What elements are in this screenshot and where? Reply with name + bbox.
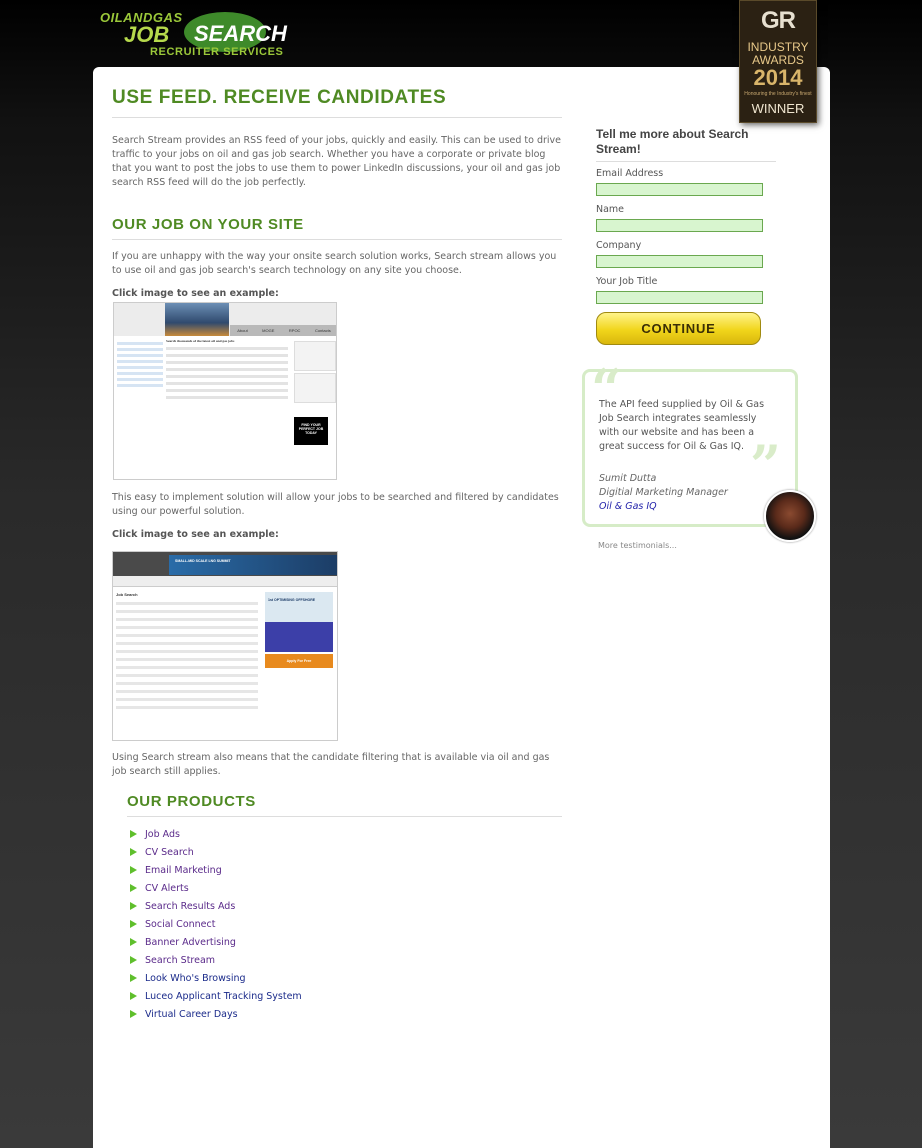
bullet-arrow-icon bbox=[130, 992, 137, 1000]
bullet-arrow-icon bbox=[130, 1010, 137, 1018]
testimonial-avatar bbox=[764, 490, 816, 542]
form-title: Tell me more about Search Stream! bbox=[596, 127, 776, 162]
bullet-arrow-icon bbox=[130, 956, 137, 964]
click-example-label-2: Click image to see an example: bbox=[112, 529, 279, 540]
section-text-job-on-site: If you are unhappy with the way your ons… bbox=[112, 251, 557, 276]
example2-ad-blue bbox=[265, 622, 333, 652]
example1-nav-item: About bbox=[237, 328, 248, 333]
product-link-virtual-career-days[interactable]: Virtual Career Days bbox=[145, 1009, 238, 1020]
product-link-banner-advertising[interactable]: Banner Advertising bbox=[145, 937, 236, 948]
product-link-search-results-ads[interactable]: Search Results Ads bbox=[145, 901, 235, 912]
example1-nav-item: RPOC bbox=[288, 328, 301, 333]
award-subtitle: Honouring the Industry's finest bbox=[744, 91, 812, 97]
name-label: Name bbox=[596, 204, 625, 215]
example2-nav bbox=[113, 576, 337, 587]
enquiry-form: Tell me more about Search Stream! Email … bbox=[596, 127, 776, 304]
list-item: Job Ads bbox=[130, 825, 302, 843]
products-title: OUR PRODUCTS bbox=[127, 793, 562, 817]
list-item: Social Connect bbox=[130, 915, 302, 933]
example1-nav: About MOGE RPOC Contacts bbox=[230, 325, 336, 336]
example2-heading: Job Search bbox=[116, 592, 138, 597]
site-logo[interactable]: OILANDGAS JOB SEARCH RECRUITER SERVICES bbox=[98, 6, 288, 62]
products-list: Job Ads CV Search Email Marketing CV Ale… bbox=[130, 825, 302, 1023]
award-winner: WINNER bbox=[751, 101, 805, 116]
testimonial-company: Oil & Gas IQ bbox=[599, 501, 657, 512]
continue-button[interactable]: CONTINUE bbox=[596, 312, 761, 345]
product-link-cv-alerts[interactable]: CV Alerts bbox=[145, 883, 189, 894]
logo-text-search: SEARCH bbox=[194, 21, 287, 46]
example1-banner-image bbox=[165, 303, 229, 336]
example2-search-area: Job Search bbox=[116, 592, 258, 714]
product-link-social-connect[interactable]: Social Connect bbox=[145, 919, 215, 930]
after-example-1-text: This easy to implement solution will all… bbox=[112, 492, 559, 517]
example2-ad-offshore: 1st OPTIMISING OFFSHORE bbox=[265, 592, 333, 622]
more-testimonials-link[interactable]: More testimonials... bbox=[598, 541, 677, 550]
list-item: Search Stream bbox=[130, 951, 302, 969]
page-title: USE FEED. RECEIVE CANDIDATES bbox=[112, 87, 562, 118]
job-title-field[interactable] bbox=[596, 291, 763, 304]
bullet-arrow-icon bbox=[130, 902, 137, 910]
example1-nav-item: MOGE bbox=[262, 328, 275, 333]
product-link-job-ads[interactable]: Job Ads bbox=[145, 829, 180, 840]
product-link-look-whos-browsing[interactable]: Look Who's Browsing bbox=[145, 973, 246, 984]
after-example-2-text: Using Search stream also means that the … bbox=[112, 752, 550, 777]
list-item: CV Search bbox=[130, 843, 302, 861]
job-title-label: Your Job Title bbox=[596, 276, 658, 287]
product-link-luceo-ats[interactable]: Luceo Applicant Tracking System bbox=[145, 991, 302, 1002]
product-link-search-stream[interactable]: Search Stream bbox=[145, 955, 215, 966]
example1-sidebar bbox=[117, 339, 163, 479]
example2-banner: SMALL-MID SCALE LNG SUMMIT bbox=[169, 555, 337, 575]
example1-heading: Search thousands of the latest oil and g… bbox=[166, 339, 235, 343]
section-title-job-on-site: OUR JOB ON YOUR SITE bbox=[112, 216, 562, 240]
content-panel: USE FEED. RECEIVE CANDIDATES Search Stre… bbox=[93, 67, 830, 1148]
intro-text: Search Stream provides an RSS feed of yo… bbox=[112, 135, 562, 188]
example1-ad-text: FIND YOUR PERFECT JOB TODAY bbox=[294, 417, 328, 445]
product-link-email-marketing[interactable]: Email Marketing bbox=[145, 865, 222, 876]
list-item: Luceo Applicant Tracking System bbox=[130, 987, 302, 1005]
testimonial-text: The API feed supplied by Oil & Gas Job S… bbox=[599, 399, 765, 452]
bullet-arrow-icon bbox=[130, 866, 137, 874]
testimonial-role: Digitial Marketing Manager bbox=[599, 487, 728, 498]
list-item: Banner Advertising bbox=[130, 933, 302, 951]
product-link-cv-search[interactable]: CV Search bbox=[145, 847, 194, 858]
logo-text-recruiter-services: RECRUITER SERVICES bbox=[150, 46, 284, 58]
company-field[interactable] bbox=[596, 255, 763, 268]
list-item: CV Alerts bbox=[130, 879, 302, 897]
list-item: Search Results Ads bbox=[130, 897, 302, 915]
example1-search-area: Search thousands of the latest oil and g… bbox=[166, 339, 288, 479]
name-field[interactable] bbox=[596, 219, 763, 232]
industry-award-badge: GR INDUSTRY AWARDS 2014 Honouring the In… bbox=[739, 0, 817, 123]
list-item: Email Marketing bbox=[130, 861, 302, 879]
logo-text-job: JOB bbox=[124, 22, 170, 47]
example-image-1[interactable]: About MOGE RPOC Contacts Search thousand… bbox=[113, 302, 337, 480]
example2-ad-apply: Apply For Free bbox=[265, 654, 333, 668]
bullet-arrow-icon bbox=[130, 920, 137, 928]
bullet-arrow-icon bbox=[130, 830, 137, 838]
company-label: Company bbox=[596, 240, 642, 251]
email-label: Email Address bbox=[596, 168, 664, 179]
testimonial-name: Sumit Dutta bbox=[599, 473, 657, 484]
award-year: 2014 bbox=[753, 65, 803, 90]
list-item: Look Who's Browsing bbox=[130, 969, 302, 987]
example-image-2[interactable]: SMALL-MID SCALE LNG SUMMIT Job Search 1s… bbox=[112, 551, 338, 741]
email-field[interactable] bbox=[596, 183, 763, 196]
list-item: Virtual Career Days bbox=[130, 1005, 302, 1023]
bullet-arrow-icon bbox=[130, 974, 137, 982]
example1-ads: FIND YOUR PERFECT JOB TODAY bbox=[294, 339, 336, 479]
bullet-arrow-icon bbox=[130, 884, 137, 892]
main-column: USE FEED. RECEIVE CANDIDATES Search Stre… bbox=[112, 87, 562, 299]
bullet-arrow-icon bbox=[130, 938, 137, 946]
click-example-label-1: Click image to see an example: bbox=[112, 288, 279, 299]
example1-nav-item: Contacts bbox=[314, 328, 331, 333]
award-gr: GR bbox=[761, 7, 796, 34]
bullet-arrow-icon bbox=[130, 848, 137, 856]
testimonial-box: “ ” The API feed supplied by Oil & Gas J… bbox=[582, 362, 798, 527]
